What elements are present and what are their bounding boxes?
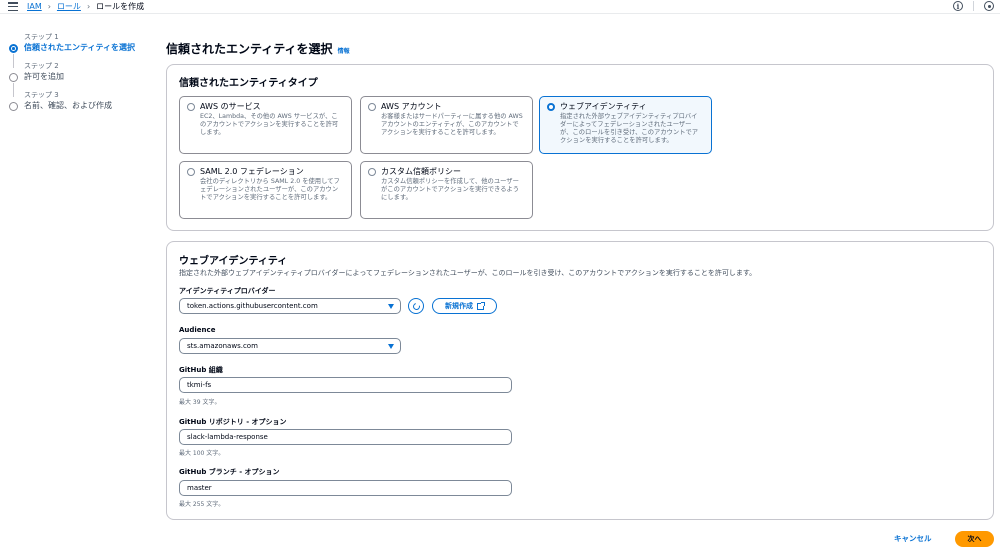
tile-custom-trust-policy[interactable]: カスタム信頼ポリシー カスタム信頼ポリシーを作成して、他のユーザーがこのアカウン… — [360, 161, 533, 219]
provider-label: アイデンティティプロバイダー — [179, 287, 276, 295]
page-title: 信頼されたエンティティを選択 情報 — [166, 40, 350, 57]
refresh-icon — [411, 301, 421, 311]
tile-saml-federation[interactable]: SAML 2.0 フェデレーション 会社のディレクトリから SAML 2.0 を… — [179, 161, 352, 219]
next-button[interactable]: 次へ — [955, 531, 994, 547]
github-repo-hint: 最大 100 文字。 — [179, 450, 225, 457]
audience-select[interactable]: sts.amazonaws.com — [179, 338, 401, 354]
cancel-button[interactable]: キャンセル — [894, 533, 932, 544]
step-2-indicator-icon — [9, 73, 18, 82]
tile-aws-account[interactable]: AWS アカウント お客様またはサードパーティーに属する他の AWS アカウント… — [360, 96, 533, 154]
breadcrumb-iam-link[interactable]: IAM — [27, 1, 42, 12]
info-link[interactable]: 情報 — [338, 46, 350, 55]
web-identity-description: 指定された外部ウェブアイデンティティプロバイダーによってフェデレーションされたユ… — [179, 269, 757, 277]
tile-title: AWS のサービス — [200, 102, 261, 111]
audience-label: Audience — [179, 326, 216, 334]
tile-title: SAML 2.0 フェデレーション — [200, 167, 304, 176]
page-title-text: 信頼されたエンティティを選択 — [166, 42, 333, 56]
menu-icon[interactable] — [8, 2, 18, 11]
github-repo-label: GitHub リポジトリ - オプション — [179, 418, 287, 426]
github-branch-input[interactable]: master — [179, 480, 512, 496]
step-1-title: 信頼されたエンティティを選択 — [24, 43, 136, 52]
settings-icon[interactable] — [984, 1, 994, 11]
breadcrumb-current: ロールを作成 — [96, 2, 145, 11]
identity-provider-select[interactable]: token.actions.githubusercontent.com — [179, 298, 401, 314]
breadcrumb-chevron-icon: › — [86, 2, 91, 11]
top-icons: i — [953, 1, 994, 11]
breadcrumb-roles-link[interactable]: ロール — [57, 1, 81, 12]
tile-description: 指定された外部ウェブアイデンティティプロバイダーによってフェデレーションされたユ… — [560, 113, 699, 144]
step-2-label: ステップ 2 — [24, 62, 59, 70]
divider — [973, 1, 974, 11]
create-new-label: 新規作成 — [445, 302, 473, 310]
trusted-entity-type-panel: 信頼されたエンティティタイプ AWS のサービス EC2、Lambda、その他の… — [166, 64, 994, 231]
web-identity-panel: ウェブアイデンティティ 指定された外部ウェブアイデンティティプロバイダーによって… — [166, 241, 994, 520]
identity-provider-value: token.actions.githubusercontent.com — [187, 302, 318, 310]
step-3-title: 名前、確認、および作成 — [24, 101, 112, 110]
step-1[interactable]: ステップ 1 信頼されたエンティティを選択 — [9, 33, 159, 68]
tile-title: カスタム信頼ポリシー — [381, 167, 461, 176]
step-2: ステップ 2 許可を追加 — [9, 62, 159, 97]
radio-custom-trust-policy[interactable] — [368, 168, 376, 176]
tile-aws-service[interactable]: AWS のサービス EC2、Lambda、その他の AWS サービスが、このアカ… — [179, 96, 352, 154]
github-org-hint: 最大 39 文字。 — [179, 399, 221, 406]
radio-web-identity[interactable] — [547, 103, 555, 111]
radio-aws-account[interactable] — [368, 103, 376, 111]
caret-down-icon — [388, 344, 394, 349]
breadcrumb: IAM › ロール › ロールを作成 — [27, 1, 144, 12]
external-link-icon — [477, 301, 485, 310]
radio-saml-federation[interactable] — [187, 168, 195, 176]
step-3-indicator-icon — [9, 102, 18, 111]
step-3: ステップ 3 名前、確認、および作成 — [9, 91, 159, 111]
tile-web-identity[interactable]: ウェブアイデンティティ 指定された外部ウェブアイデンティティプロバイダーによって… — [539, 96, 712, 154]
audience-value: sts.amazonaws.com — [187, 342, 258, 350]
step-1-label: ステップ 1 — [24, 33, 59, 41]
github-branch-hint: 最大 255 文字。 — [179, 501, 225, 508]
step-2-title: 許可を追加 — [24, 72, 64, 81]
tile-description: 会社のディレクトリから SAML 2.0 を使用してフェデレーションされたユーザ… — [200, 178, 340, 201]
github-branch-label: GitHub ブランチ - オプション — [179, 468, 280, 476]
tile-description: お客様またはサードパーティーに属する他の AWS アカウントのエンティティが、こ… — [381, 113, 523, 136]
create-new-button[interactable]: 新規作成 — [432, 298, 497, 314]
github-org-label: GitHub 組織 — [179, 366, 223, 374]
github-repo-input[interactable]: slack-lambda-response — [179, 429, 512, 445]
radio-aws-service[interactable] — [187, 103, 195, 111]
breadcrumb-chevron-icon: › — [47, 2, 51, 11]
tile-description: カスタム信頼ポリシーを作成して、他のユーザーがこのアカウントでアクションを実行で… — [381, 178, 520, 201]
github-org-input[interactable]: tkmi-fs — [179, 377, 512, 393]
web-identity-title: ウェブアイデンティティ — [179, 256, 288, 267]
tile-title: ウェブアイデンティティ — [560, 102, 647, 111]
trusted-entity-type-title: 信頼されたエンティティタイプ — [179, 78, 318, 89]
wizard-steps: ステップ 1 信頼されたエンティティを選択 ステップ 2 許可を追加 ステップ … — [9, 33, 159, 120]
caret-down-icon — [388, 304, 394, 309]
tile-title: AWS アカウント — [381, 102, 442, 111]
step-3-label: ステップ 3 — [24, 91, 59, 99]
step-1-indicator-icon — [9, 44, 18, 53]
info-icon[interactable]: i — [953, 1, 963, 11]
tile-description: EC2、Lambda、その他の AWS サービスが、このアカウントでアクションを… — [200, 113, 339, 136]
refresh-button[interactable] — [408, 298, 424, 314]
top-navigation-bar: IAM › ロール › ロールを作成 i — [0, 0, 1000, 14]
